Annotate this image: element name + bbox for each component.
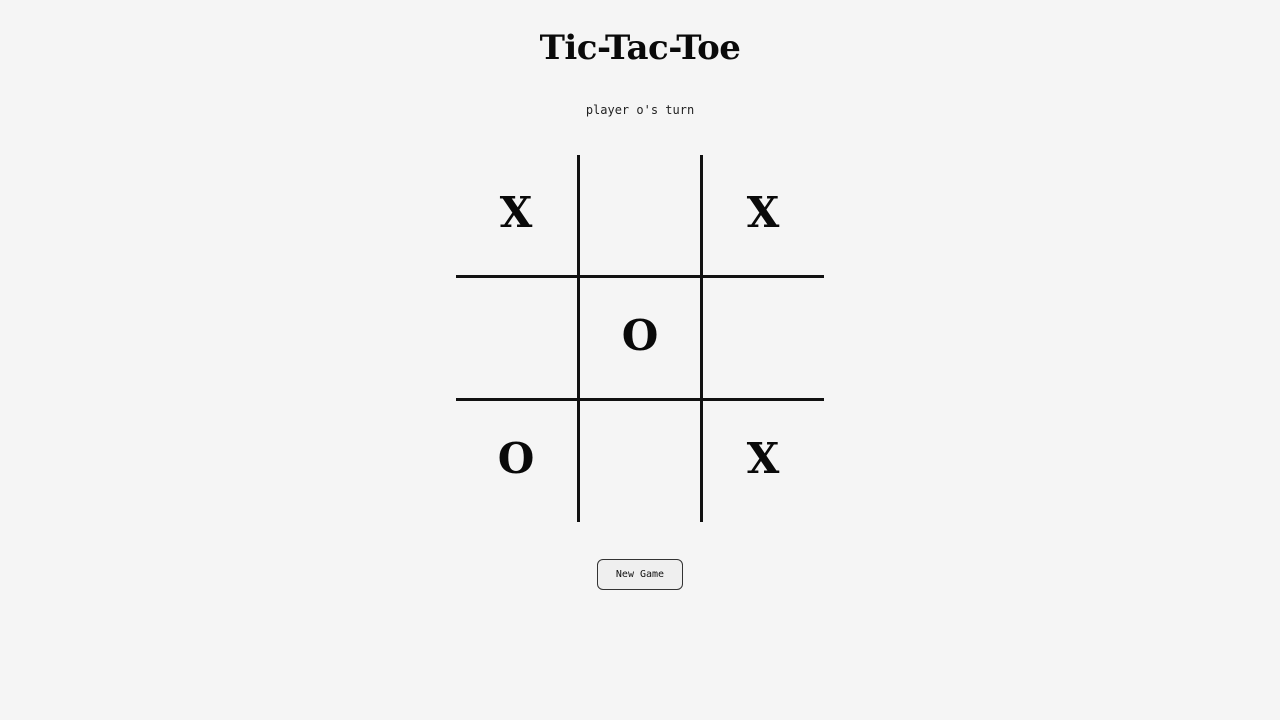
board-cell-2[interactable]	[580, 155, 700, 275]
cell-mark: X	[746, 434, 780, 483]
board-cell-3[interactable]: X	[703, 155, 823, 275]
board-cell-9[interactable]: X	[703, 401, 823, 521]
board-cell-6[interactable]	[703, 278, 823, 398]
turn-status: player o's turn	[585, 103, 695, 117]
new-game-button[interactable]: New Game	[597, 559, 683, 590]
board-cell-5[interactable]: O	[580, 278, 700, 398]
board-cell-1[interactable]: X	[456, 155, 576, 275]
game-title: Tic-Tac-Toe	[539, 28, 741, 68]
board-cell-7[interactable]: O	[456, 401, 576, 521]
cell-mark: X	[746, 188, 780, 237]
board-cell-8[interactable]	[580, 401, 700, 521]
cell-mark: X	[499, 188, 533, 237]
cell-mark: O	[497, 434, 535, 483]
cell-mark: O	[621, 311, 659, 360]
game-board: X X O O X	[456, 155, 824, 522]
board-cell-4[interactable]	[456, 278, 576, 398]
